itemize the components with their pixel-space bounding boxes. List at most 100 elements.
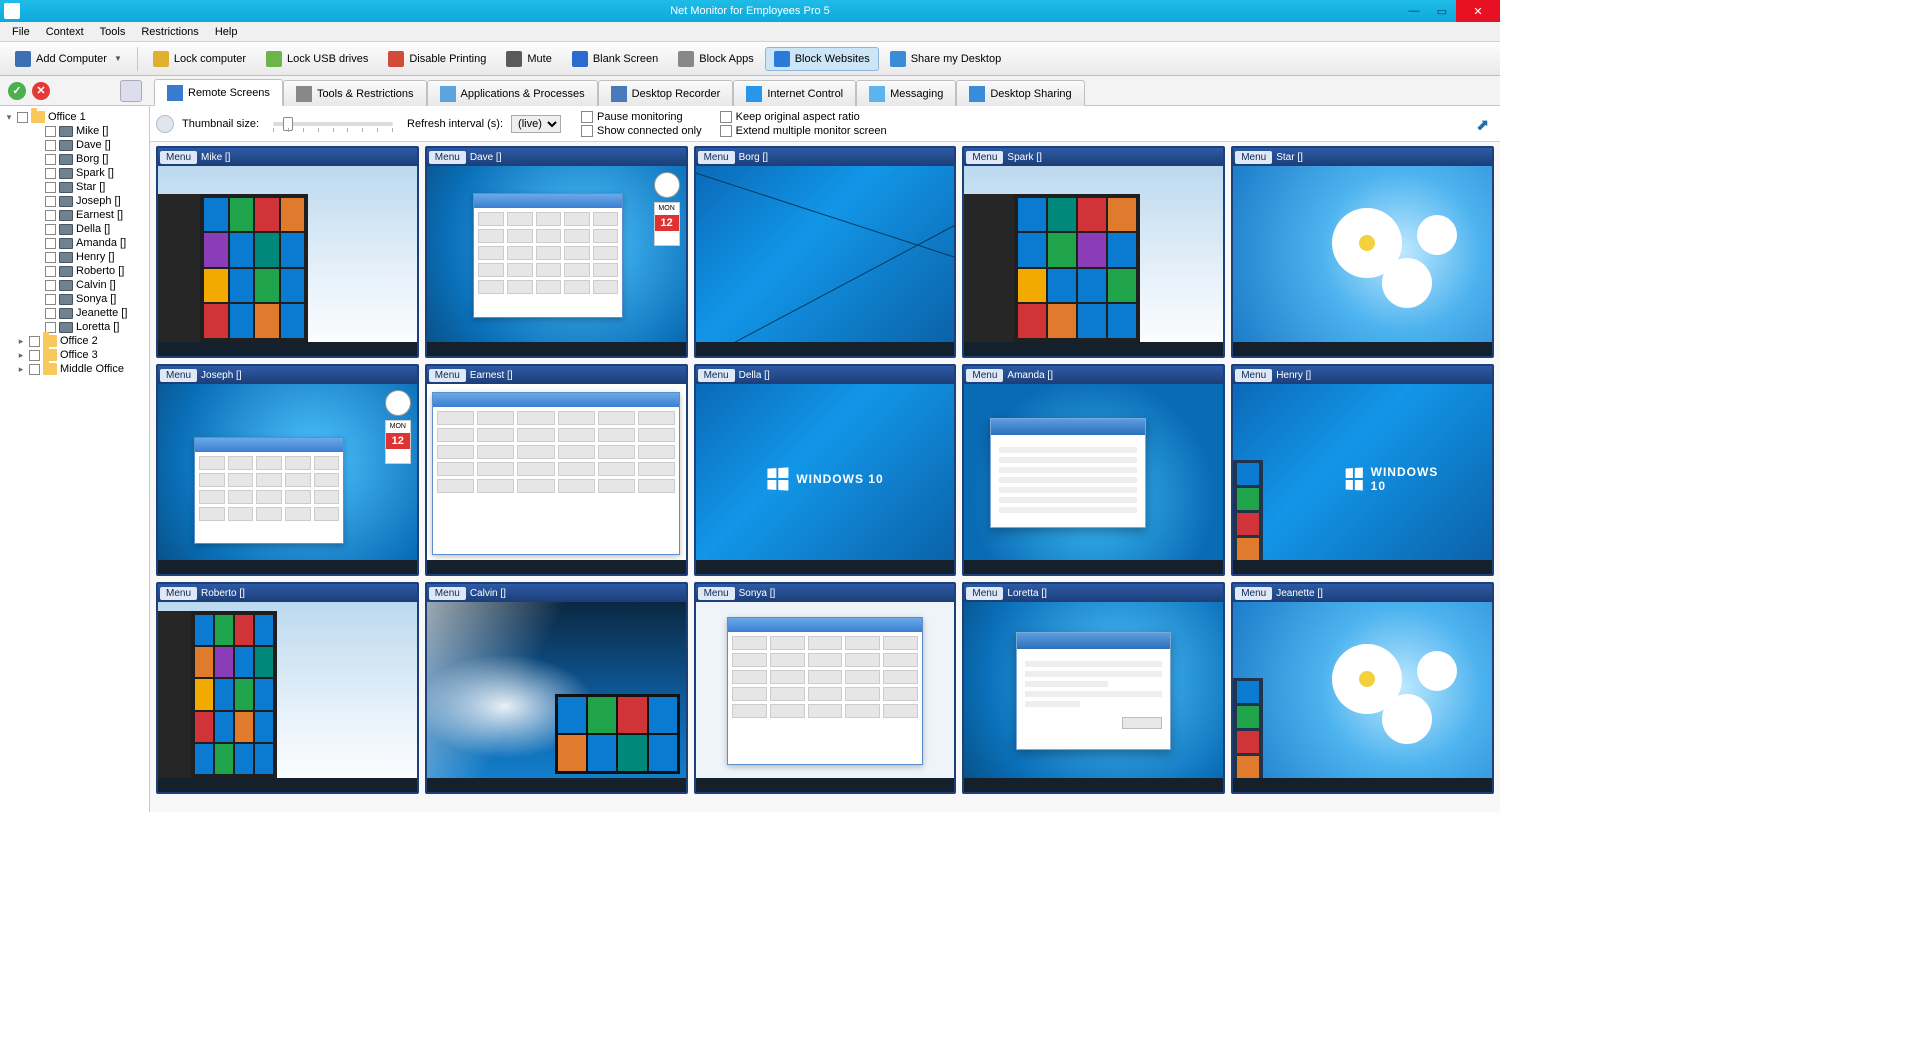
blank-screen-button[interactable]: Blank Screen <box>563 47 667 71</box>
screen-thumbnail[interactable] <box>427 384 686 574</box>
block-apps-button[interactable]: Block Apps <box>669 47 762 71</box>
maximize-button[interactable]: ▭ <box>1428 0 1456 22</box>
refresh-interval-select[interactable]: (live) <box>511 115 561 133</box>
tab-desktop-sharing[interactable]: Desktop Sharing <box>956 80 1084 106</box>
checkbox-icon[interactable] <box>29 336 40 347</box>
checkbox-icon[interactable] <box>45 224 56 235</box>
screen-thumbnail[interactable] <box>696 166 955 356</box>
approve-button[interactable]: ✓ <box>8 82 26 100</box>
tree-computer[interactable]: Mike [] <box>2 124 147 138</box>
reject-button[interactable]: ✕ <box>32 82 50 100</box>
screen-thumbnail[interactable] <box>964 166 1223 356</box>
screen-menu-button[interactable]: Menu <box>160 151 197 164</box>
screen-thumbnail[interactable] <box>158 166 417 356</box>
checkbox-icon[interactable] <box>45 168 56 179</box>
checkbox-icon[interactable] <box>45 210 56 221</box>
checkbox-icon[interactable] <box>45 294 56 305</box>
tree-computer[interactable]: Henry [] <box>2 250 147 264</box>
tree-computer[interactable]: Borg [] <box>2 152 147 166</box>
tree-tool-button[interactable] <box>120 80 142 102</box>
checkbox-icon[interactable] <box>45 280 56 291</box>
menu-restrictions[interactable]: Restrictions <box>133 24 206 40</box>
screen-thumbnail[interactable]: WINDOWS 10 <box>1233 384 1492 574</box>
block-websites-button[interactable]: Block Websites <box>765 47 879 71</box>
menu-tools[interactable]: Tools <box>92 24 134 40</box>
checkbox-icon[interactable] <box>45 252 56 263</box>
tree-group-office-2[interactable]: ▸Office 2 <box>2 334 147 348</box>
option-aspect[interactable]: Keep original aspect ratio <box>720 111 887 123</box>
checkbox-icon[interactable] <box>45 196 56 207</box>
tree-computer[interactable]: Earnest [] <box>2 208 147 222</box>
screen-menu-button[interactable]: Menu <box>429 369 466 382</box>
tab-internet-control[interactable]: Internet Control <box>733 80 856 106</box>
tree-computer[interactable]: Loretta [] <box>2 320 147 334</box>
screen-thumbnail[interactable] <box>1233 166 1492 356</box>
tab-messaging[interactable]: Messaging <box>856 80 956 106</box>
checkbox-icon[interactable] <box>45 308 56 319</box>
fullscreen-icon[interactable]: ⬈ <box>1476 115 1494 133</box>
tree-computer[interactable]: Spark [] <box>2 166 147 180</box>
disable-printing-button[interactable]: Disable Printing <box>379 47 495 71</box>
screen-thumbnail[interactable] <box>158 602 417 792</box>
screen-menu-button[interactable]: Menu <box>966 151 1003 164</box>
refresh-icon[interactable] <box>156 115 174 133</box>
screen-menu-button[interactable]: Menu <box>966 587 1003 600</box>
tree-expander-icon[interactable]: ▾ <box>4 112 14 123</box>
checkbox-icon[interactable] <box>45 322 56 333</box>
minimize-button[interactable]: — <box>1400 0 1428 22</box>
screen-thumbnail[interactable] <box>964 602 1223 792</box>
screen-thumbnail[interactable]: WINDOWS 10 <box>696 384 955 574</box>
screen-menu-button[interactable]: Menu <box>698 151 735 164</box>
tree-computer[interactable]: Amanda [] <box>2 236 147 250</box>
menu-help[interactable]: Help <box>207 24 246 40</box>
lock-computer-button[interactable]: Lock computer <box>144 47 255 71</box>
tree-group-middle-office[interactable]: ▸Middle Office <box>2 362 147 376</box>
tab-desktop-recorder[interactable]: Desktop Recorder <box>598 80 734 106</box>
screen-menu-button[interactable]: Menu <box>1235 151 1272 164</box>
share-desktop-button[interactable]: Share my Desktop <box>881 47 1010 71</box>
tree-computer[interactable]: Calvin [] <box>2 278 147 292</box>
tree-expander-icon[interactable]: ▸ <box>16 336 26 347</box>
screen-menu-button[interactable]: Menu <box>698 587 735 600</box>
tree-computer[interactable]: Jeanette [] <box>2 306 147 320</box>
tab-apps-processes[interactable]: Applications & Processes <box>427 80 598 106</box>
option-connected[interactable]: Show connected only <box>581 125 702 137</box>
screen-menu-button[interactable]: Menu <box>160 369 197 382</box>
screen-menu-button[interactable]: Menu <box>429 587 466 600</box>
checkbox-icon[interactable] <box>29 364 40 375</box>
tree-expander-icon[interactable]: ▸ <box>16 350 26 361</box>
close-button[interactable]: ✕ <box>1456 0 1500 22</box>
tree-expander-icon[interactable]: ▸ <box>16 364 26 375</box>
tree-computer[interactable]: Dave [] <box>2 138 147 152</box>
computer-tree[interactable]: ▾Office 1Mike []Dave []Borg []Spark []St… <box>0 106 150 812</box>
screen-thumbnail[interactable] <box>1233 602 1492 792</box>
tree-computer[interactable]: Joseph [] <box>2 194 147 208</box>
tree-group-office-3[interactable]: ▸Office 3 <box>2 348 147 362</box>
menu-context[interactable]: Context <box>38 24 92 40</box>
lock-usb-button[interactable]: Lock USB drives <box>257 47 377 71</box>
tree-computer[interactable]: Della [] <box>2 222 147 236</box>
checkbox-icon[interactable] <box>45 266 56 277</box>
tree-group-office-1[interactable]: ▾Office 1 <box>2 110 147 124</box>
menu-file[interactable]: File <box>4 24 38 40</box>
checkbox-icon[interactable] <box>45 154 56 165</box>
screen-menu-button[interactable]: Menu <box>698 369 735 382</box>
checkbox-icon[interactable] <box>17 112 28 123</box>
screen-thumbnail[interactable]: MON12 <box>158 384 417 574</box>
screen-menu-button[interactable]: Menu <box>160 587 197 600</box>
mute-button[interactable]: Mute <box>497 47 560 71</box>
checkbox-icon[interactable] <box>45 182 56 193</box>
tree-computer[interactable]: Star [] <box>2 180 147 194</box>
checkbox-icon[interactable] <box>45 238 56 249</box>
option-pause[interactable]: Pause monitoring <box>581 111 702 123</box>
tree-computer[interactable]: Sonya [] <box>2 292 147 306</box>
screen-menu-button[interactable]: Menu <box>1235 369 1272 382</box>
screen-menu-button[interactable]: Menu <box>1235 587 1272 600</box>
screen-menu-button[interactable]: Menu <box>966 369 1003 382</box>
checkbox-icon[interactable] <box>45 140 56 151</box>
screen-thumbnail[interactable] <box>696 602 955 792</box>
screen-thumbnail[interactable] <box>427 602 686 792</box>
tab-remote-screens[interactable]: Remote Screens <box>154 79 283 106</box>
screen-thumbnail[interactable] <box>964 384 1223 574</box>
thumbnail-size-slider[interactable] <box>273 122 393 126</box>
